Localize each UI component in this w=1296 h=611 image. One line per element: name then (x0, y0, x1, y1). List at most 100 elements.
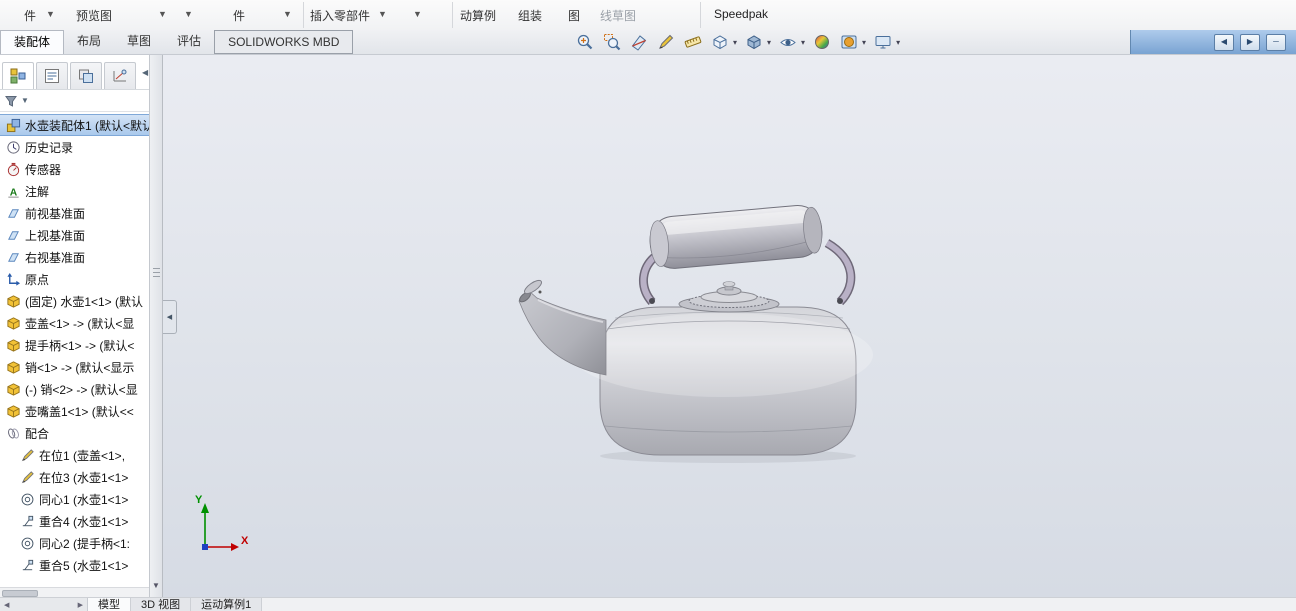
kettle-model[interactable] (163, 55, 1296, 598)
tree-item[interactable]: 水壶装配体1 (默认<默认 (0, 114, 149, 136)
scrollbar-thumb[interactable] (2, 590, 38, 597)
scroll-down-arrow-icon[interactable]: ▼ (152, 581, 160, 590)
concentric-icon (20, 492, 35, 507)
hide-show-items-icon[interactable] (778, 32, 798, 52)
tree-item[interactable]: 上视基准面 (0, 224, 149, 246)
tree-item[interactable]: 历史记录 (0, 136, 149, 158)
tree-item[interactable]: 壶盖<1> -> (默认<显 (0, 312, 149, 334)
tab-scroll-nav[interactable]: ◀ ▶ (0, 598, 88, 611)
dynamic-annotation-icon[interactable] (656, 32, 676, 52)
tree-item[interactable]: (固定) 水壶1<1> (默认 (0, 290, 149, 312)
dropdown-caret-icon[interactable]: ▼ (378, 9, 387, 19)
tree-item-label: 壶嘴盖1<1> (默认<< (25, 404, 134, 419)
sensor-icon (6, 162, 21, 177)
tree-item-label: 水壶装配体1 (默认<默认 (25, 118, 149, 133)
command-tab[interactable]: 评估 (164, 30, 214, 54)
minimize-button[interactable]: ─ (1266, 33, 1286, 51)
tree-item[interactable]: 壶嘴盖1<1> (默认<< (0, 400, 149, 422)
tree-item-label: 上视基准面 (25, 228, 86, 243)
panel-collapse-tab[interactable]: ◀ (163, 300, 177, 334)
tree-item[interactable]: 提手柄<1> -> (默认< (0, 334, 149, 356)
tree-item[interactable]: 注解 (0, 180, 149, 202)
section-view-icon[interactable] (629, 32, 649, 52)
display-style-icon[interactable] (744, 32, 764, 52)
view-tab[interactable]: 运动算例1 (191, 598, 263, 611)
tree-item[interactable]: 在位1 (壶盖<1>, (0, 444, 149, 466)
status-bar: ◀ ▶ 模型 3D 视图 运动算例1 (0, 597, 1296, 611)
assembly-icon (6, 118, 21, 133)
tree-filter-row[interactable]: ▼ (0, 90, 149, 112)
tree-item[interactable]: 右视基准面 (0, 246, 149, 268)
tree-item[interactable]: 重合5 (水壶1<1> (0, 554, 149, 576)
dropdown-caret-icon[interactable]: ▾ (862, 38, 866, 47)
restore-right-button[interactable]: ▶ (1240, 33, 1260, 51)
dropdown-caret-icon[interactable]: ▾ (733, 38, 737, 47)
tree-item-label: 前视基准面 (25, 206, 86, 221)
featuremanager-tab[interactable] (2, 62, 34, 89)
tree-item[interactable]: 传感器 (0, 158, 149, 180)
tree-item[interactable]: 在位3 (水壶1<1> (0, 466, 149, 488)
ribbon-item[interactable]: 插入零部件 (310, 7, 370, 24)
configurationmanager-tab[interactable] (70, 62, 102, 89)
tree-item-label: 在位1 (壶盖<1>, (39, 448, 126, 463)
document-titlebar: ◀ ▶ ─ (1130, 30, 1296, 54)
apply-scene-icon[interactable] (839, 32, 859, 52)
ribbon-item[interactable]: 件 (24, 7, 36, 24)
measure-icon[interactable] (683, 32, 703, 52)
tree-item-label: 同心2 (提手柄<1: (39, 536, 131, 551)
zoom-to-area-icon[interactable] (602, 32, 622, 52)
ribbon-item[interactable]: 线草图 (600, 7, 636, 24)
tree-item[interactable]: 同心2 (提手柄<1: (0, 532, 149, 554)
command-tab[interactable]: 装配体 (0, 30, 65, 54)
dropdown-caret-icon[interactable]: ▼ (184, 9, 193, 19)
dropdown-caret-icon[interactable]: ▾ (801, 38, 805, 47)
tab-scroll-left-icon[interactable]: ◀ (4, 601, 9, 609)
dropdown-caret-icon[interactable]: ▼ (283, 9, 292, 19)
dimxpertmanager-tab[interactable] (104, 62, 136, 89)
panel-splitter[interactable]: ▼ (150, 55, 163, 598)
tab-scroll-right-icon[interactable]: ▶ (78, 601, 83, 609)
tree-item[interactable]: 前视基准面 (0, 202, 149, 224)
propertymanager-tab[interactable] (36, 62, 68, 89)
triad-axes-icon (201, 503, 239, 551)
ribbon-item[interactable]: Speedpak (714, 7, 768, 21)
ribbon: 件 预览图 件 插入零部件 动算例 组装 图 线草图 Speedpak ▼ ▼ ▼ ▼ ▼ ▼ (0, 0, 1296, 31)
tree-item[interactable]: 同心1 (水壶1<1> (0, 488, 149, 510)
view-settings-icon[interactable] (873, 32, 893, 52)
plane-icon (6, 206, 21, 221)
filter-caret-icon[interactable]: ▼ (21, 96, 29, 105)
ribbon-item[interactable]: 图 (568, 7, 580, 24)
tree-item[interactable]: 重合4 (水壶1<1> (0, 510, 149, 532)
command-tab[interactable]: SOLIDWORKS MBD (214, 30, 354, 54)
tree-item[interactable]: 原点 (0, 268, 149, 290)
graphics-viewport[interactable]: Y X ◀ (163, 55, 1296, 598)
zoom-to-fit-icon[interactable] (575, 32, 595, 52)
dropdown-caret-icon[interactable]: ▼ (46, 9, 55, 19)
view-orientation-icon[interactable] (710, 32, 730, 52)
tree-item-label: 同心1 (水壶1<1> (39, 492, 129, 507)
ribbon-item[interactable]: 预览图 (76, 7, 112, 24)
dropdown-caret-icon[interactable]: ▾ (767, 38, 771, 47)
ribbon-item[interactable]: 组装 (518, 7, 542, 24)
dropdown-caret-icon[interactable]: ▼ (158, 9, 167, 19)
tree-item[interactable]: 销<1> -> (默认<显示 (0, 356, 149, 378)
splitter-grip-icon[interactable] (153, 265, 160, 280)
command-tab[interactable]: 草图 (114, 30, 164, 54)
tree-item[interactable]: 配合 (0, 422, 149, 444)
ribbon-item[interactable]: 件 (233, 7, 245, 24)
view-tab[interactable]: 模型 (88, 598, 131, 611)
ribbon-item[interactable]: 动算例 (460, 7, 496, 24)
command-manager-tab-bar: 装配体 布局 草图 评估 SOLIDWORKS MBD ▾ ▾ ▾ ▾ ▾ ◀ ▶ ─ (0, 30, 1296, 55)
restore-left-button[interactable]: ◀ (1214, 33, 1234, 51)
dropdown-caret-icon[interactable]: ▼ (413, 9, 422, 19)
edit-appearance-icon[interactable] (812, 32, 832, 52)
view-tab[interactable]: 3D 视图 (131, 598, 192, 611)
ribbon-separator (303, 2, 304, 28)
tree-item-label: 传感器 (25, 162, 62, 177)
panel-tabs-chevron-icon[interactable]: ◀ (142, 68, 148, 83)
hud-toolbar: ▾ ▾ ▾ ▾ ▾ (575, 32, 900, 52)
command-tab[interactable]: 布局 (64, 30, 114, 54)
dropdown-caret-icon[interactable]: ▾ (896, 38, 900, 47)
coincident-icon (20, 514, 35, 529)
tree-item[interactable]: (-) 销<2> -> (默认<显 (0, 378, 149, 400)
